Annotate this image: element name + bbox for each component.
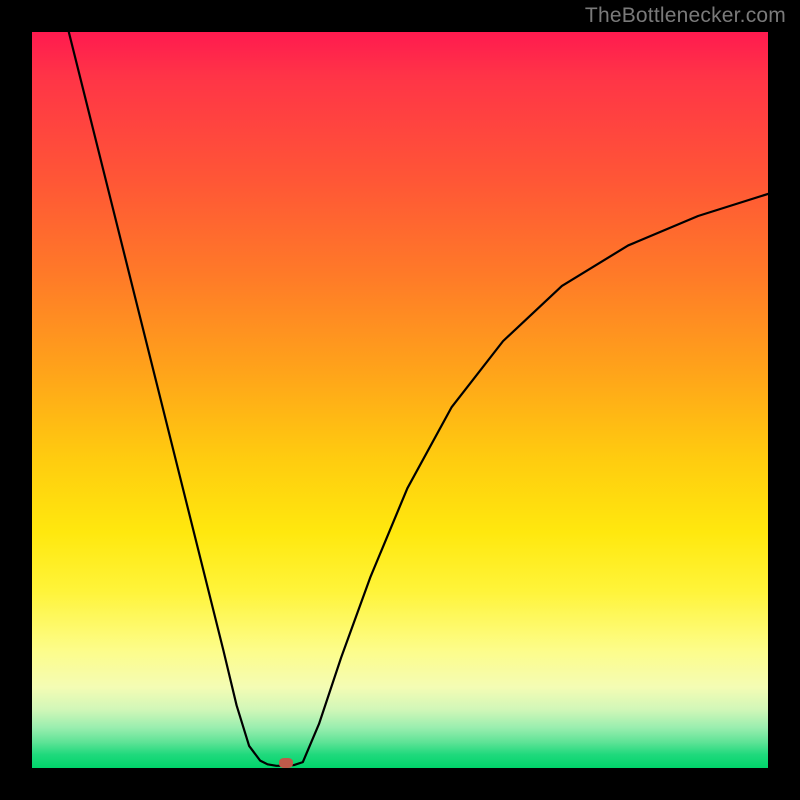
bottleneck-curve xyxy=(32,32,768,768)
plot-area xyxy=(32,32,768,768)
curve-path xyxy=(69,32,768,766)
watermark-text: TheBottlenecker.com xyxy=(585,4,786,28)
optimum-marker xyxy=(279,758,293,768)
chart-frame: TheBottlenecker.com xyxy=(0,0,800,800)
